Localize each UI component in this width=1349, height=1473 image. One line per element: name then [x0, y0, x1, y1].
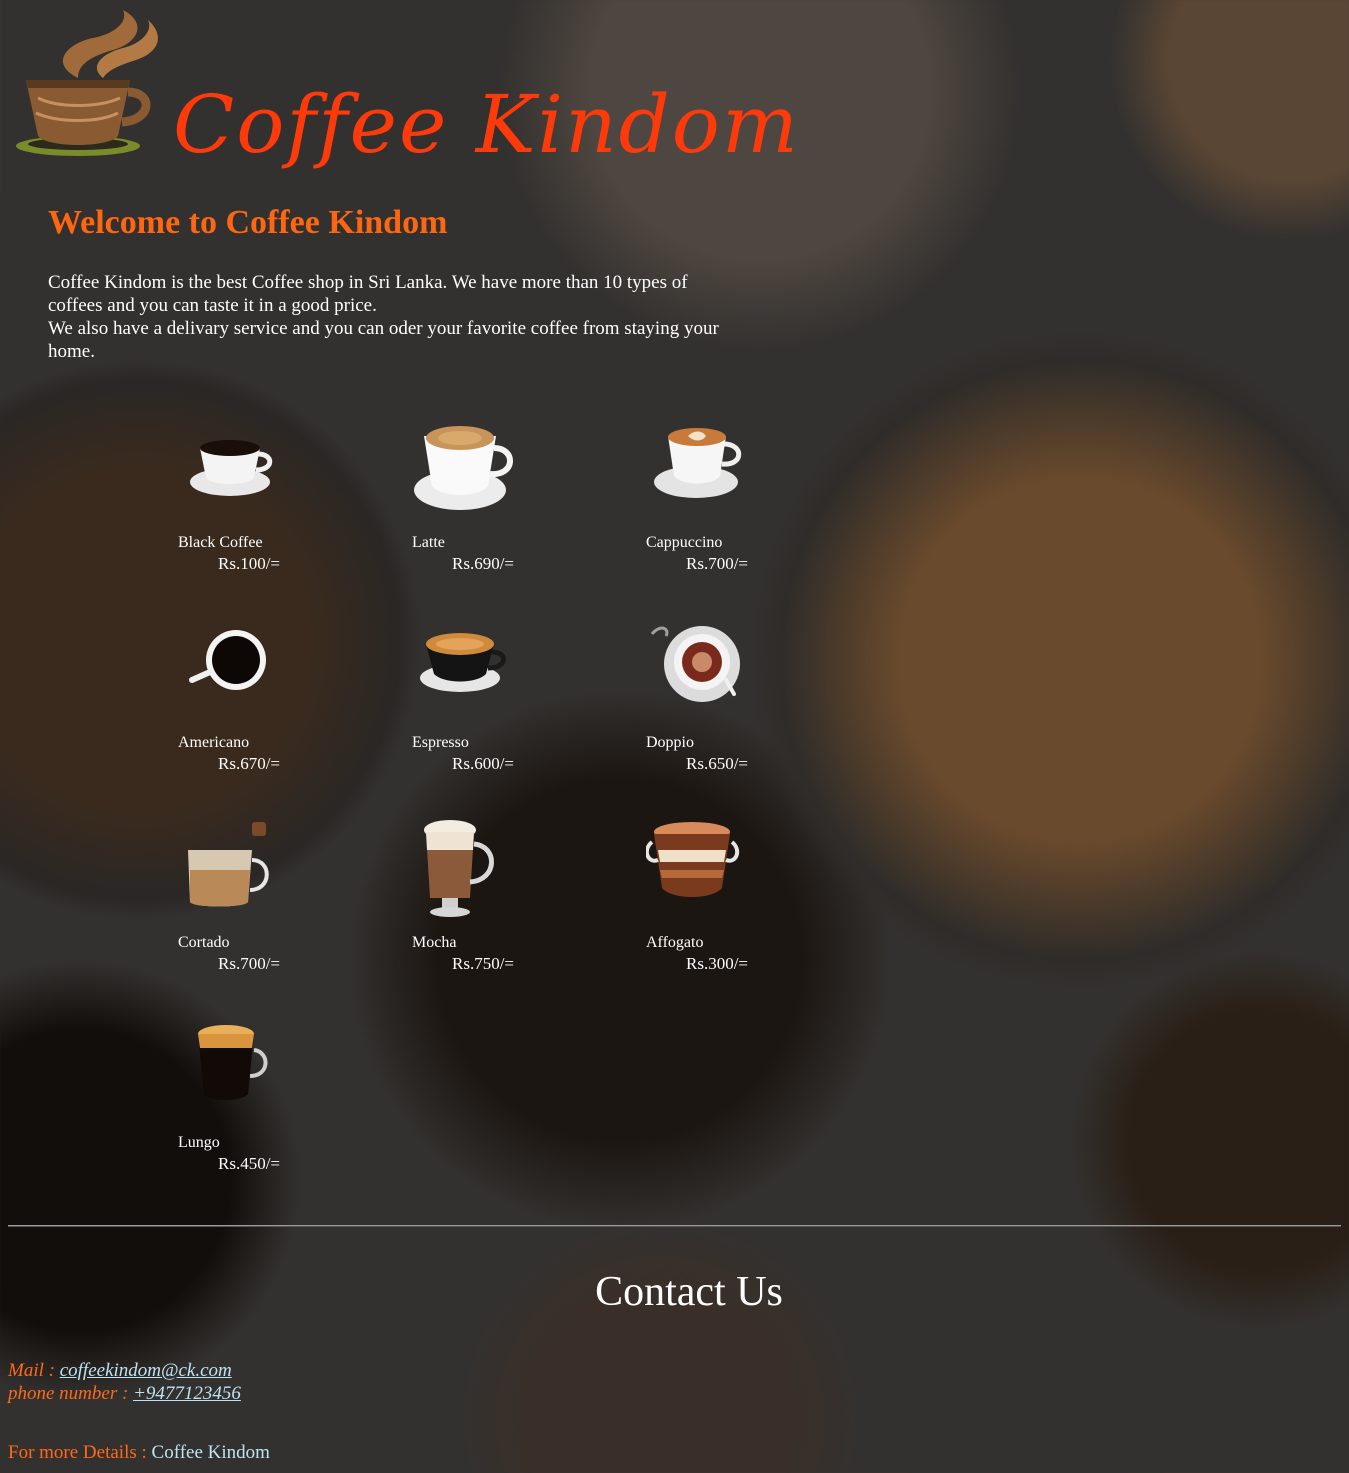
menu-item-latte: Latte Rs.690/=	[412, 420, 572, 590]
more-details: For more Details : Coffee Kindom	[8, 1442, 270, 1464]
mocha-glass-icon	[424, 820, 494, 917]
menu-item-affogato: Affogato Rs.300/=	[646, 820, 806, 990]
phone-link[interactable]: +9477123456	[133, 1383, 241, 1404]
menu-item-price: Rs.750/=	[452, 954, 515, 973]
cortado-glass-icon	[188, 822, 269, 907]
menu-item-doppio: Doppio Rs.650/=	[646, 620, 806, 790]
menu-item-lungo: Lungo Rs.450/=	[178, 1020, 338, 1190]
menu-item-price: Rs.100/=	[218, 554, 281, 573]
menu-item-name: Cortado	[178, 934, 230, 951]
site-logo: Coffee Kindom	[8, 8, 798, 178]
menu-item-name: Mocha	[412, 934, 457, 951]
section-divider	[8, 1225, 1341, 1227]
intro-text: Coffee Kindom is the best Coffee shop in…	[48, 271, 728, 363]
details-link[interactable]: Coffee Kindom	[152, 1442, 270, 1463]
menu-item-price: Rs.600/=	[452, 754, 515, 773]
doppio-cup-icon	[650, 626, 740, 702]
logo-text: Coffee Kindom	[173, 78, 800, 171]
menu-item-price: Rs.650/=	[686, 754, 749, 773]
menu-item-name: Americano	[178, 734, 250, 751]
latte-cup-icon	[414, 426, 513, 510]
menu-item-black-coffee: Black Coffee Rs.100/=	[178, 420, 338, 590]
contact-heading: Contact Us	[595, 1269, 783, 1315]
menu-item-name: Espresso	[412, 734, 469, 751]
menu-item-price: Rs.450/=	[218, 1154, 281, 1173]
cappuccino-cup-icon	[654, 428, 742, 498]
menu-item-price: Rs.700/=	[218, 954, 281, 973]
mail-link[interactable]: coffeekindom@ck.com	[60, 1360, 232, 1381]
menu-item-espresso: Espresso Rs.600/=	[412, 620, 572, 790]
contact-mail: Mail : coffeekindom@ck.com	[8, 1360, 232, 1382]
espresso-cup-icon	[420, 633, 506, 692]
menu-item-name: Lungo	[178, 1134, 220, 1151]
menu-item-name: Latte	[412, 534, 445, 551]
welcome-heading: Welcome to Coffee Kindom	[48, 204, 448, 241]
menu-item-name: Doppio	[646, 734, 694, 751]
menu-item-name: Cappuccino	[646, 534, 723, 551]
menu-item-name: Black Coffee	[178, 534, 263, 551]
lungo-glass-icon	[198, 1025, 268, 1100]
affogato-glass-icon	[646, 822, 740, 897]
menu-item-price: Rs.670/=	[218, 754, 281, 773]
menu-item-americano: Americano Rs.670/=	[178, 620, 338, 790]
menu-item-price: Rs.690/=	[452, 554, 515, 573]
menu-item-price: Rs.700/=	[686, 554, 749, 573]
americano-cup-icon	[189, 630, 266, 690]
details-label: For more Details :	[8, 1442, 152, 1463]
intro-line-2: We also have a delivary service and you …	[48, 318, 719, 362]
coffee-cup-logo-icon	[16, 10, 158, 156]
menu-item-name: Affogato	[646, 934, 704, 951]
menu-item-price: Rs.300/=	[686, 954, 749, 973]
intro-line-1: Coffee Kindom is the best Coffee shop in…	[48, 272, 688, 316]
menu-item-mocha: Mocha Rs.750/=	[412, 820, 572, 990]
menu-item-cappuccino: Cappuccino Rs.700/=	[646, 420, 806, 590]
mail-label: Mail :	[8, 1360, 60, 1381]
contact-phone: phone number : +9477123456	[8, 1383, 241, 1405]
phone-label: phone number :	[8, 1383, 134, 1404]
black-coffee-cup-icon	[190, 440, 273, 496]
menu-item-cortado: Cortado Rs.700/=	[178, 820, 338, 990]
